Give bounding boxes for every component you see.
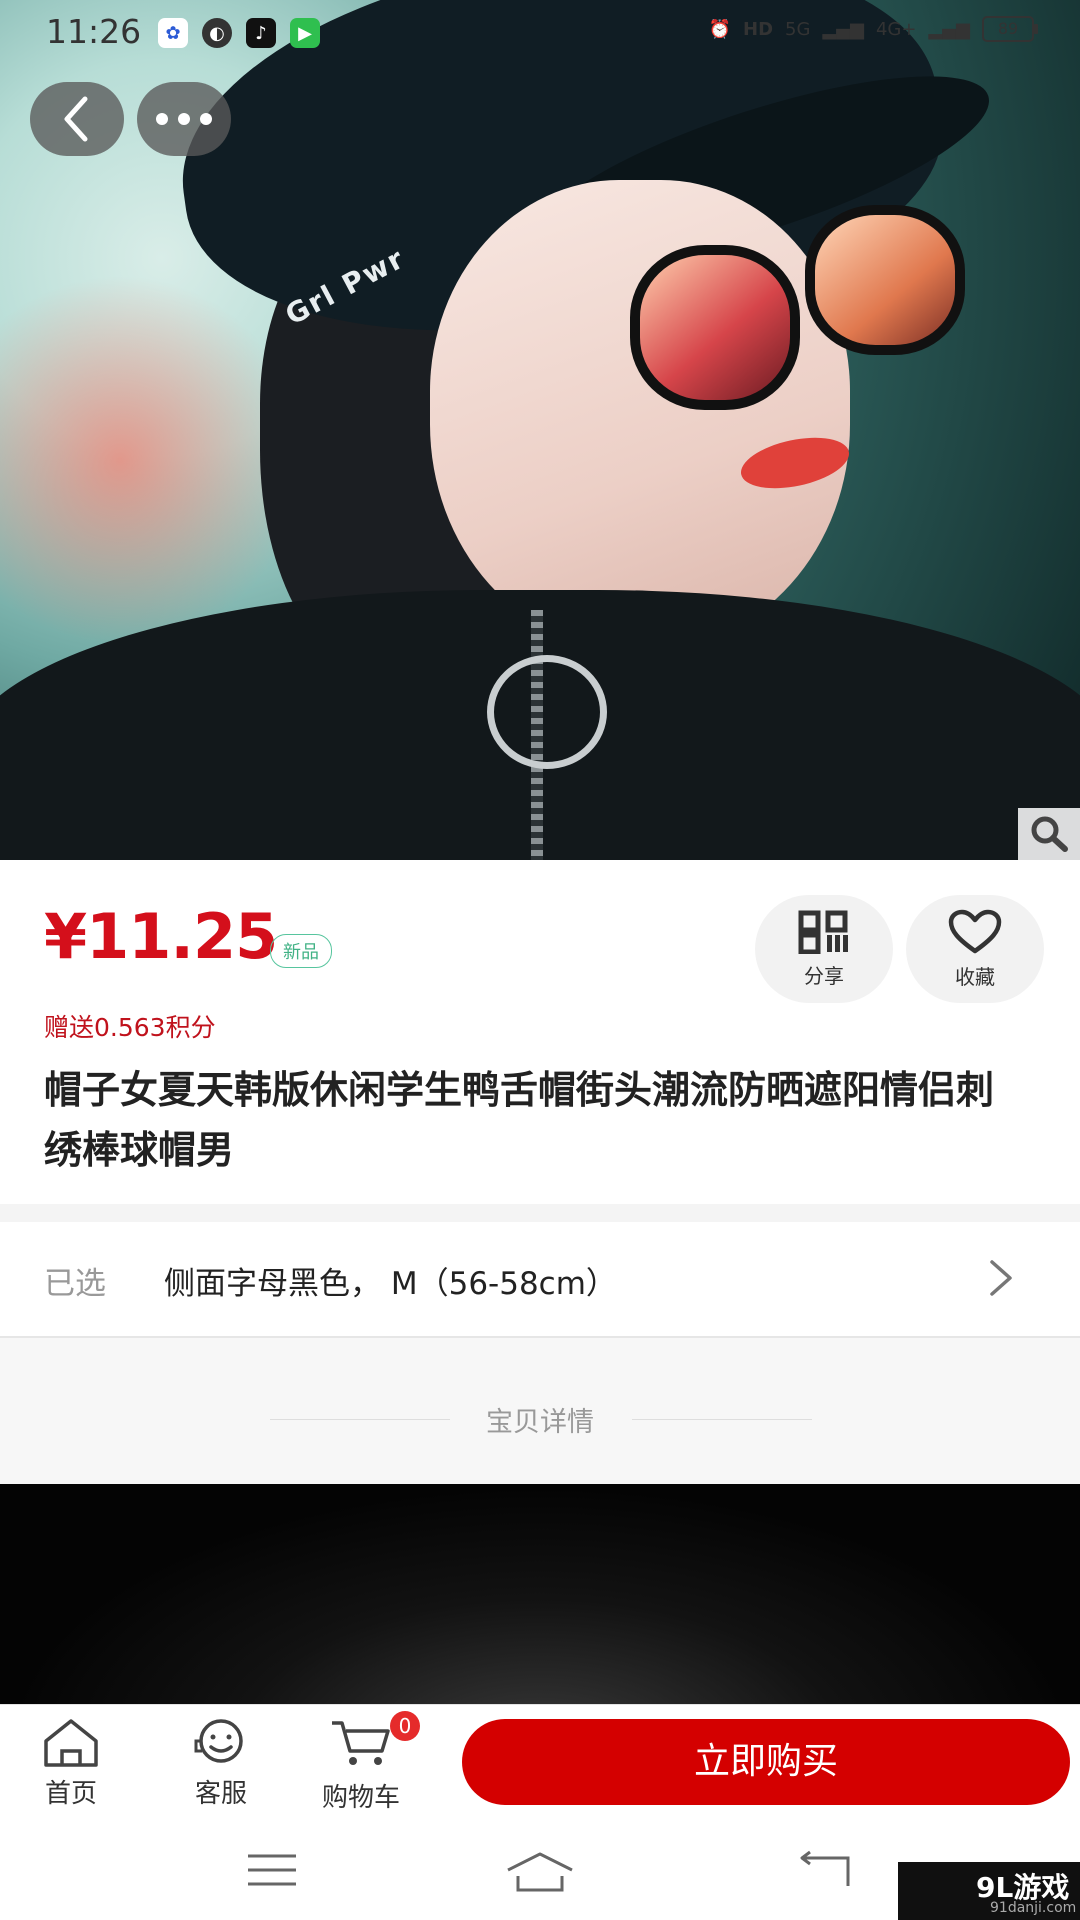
home-label: 首页 (44, 1779, 97, 1809)
video-icon: ▶ (290, 18, 320, 48)
share-button[interactable]: 分享 (755, 895, 893, 1003)
hd-indicator: HD (743, 18, 774, 40)
home-nav-icon[interactable] (504, 1850, 576, 1894)
customer-service-tab[interactable]: 客服 (190, 1717, 252, 1810)
price: ¥11.25 (44, 900, 278, 973)
buy-now-button[interactable]: 立即购买 (462, 1719, 1070, 1805)
share-label: 分享 (804, 963, 844, 988)
status-app-icons: ✿ ◐ ♪ ▶ (158, 18, 320, 48)
face (430, 180, 850, 650)
favorite-button[interactable]: 收藏 (906, 895, 1044, 1003)
home-tab[interactable]: 首页 (40, 1717, 102, 1810)
status-bar: 11:26 ✿ ◐ ♪ ▶ ⏰ HD 5G ▂▄▆ 4G+ ▂▄▆ 89 (0, 0, 1080, 66)
section-divider (0, 1204, 1080, 1222)
cart-label: 购物车 (322, 1783, 401, 1813)
4g-indicator: 4G+ (875, 18, 917, 40)
selected-value: 侧面字母黑色， M（56-58cm） (164, 1266, 617, 1302)
bottom-action-bar: 首页 客服 0 购物车 立即购买 (0, 1704, 1080, 1817)
alarm-icon: ⏰ (708, 18, 732, 40)
divider-line-right (632, 1419, 812, 1420)
product-title: 帽子女夏天韩版休闲学生鸭舌帽街头潮流防晒遮阳情侣刺绣棒球帽男 (44, 1068, 995, 1172)
more-button[interactable] (137, 82, 231, 156)
details-section-title: 宝贝详情 (486, 1407, 594, 1438)
new-badge: 新品 (270, 934, 332, 968)
customer-service-icon (194, 1719, 243, 1763)
selected-label: 已选 (44, 1266, 106, 1302)
5g-indicator: 5G (785, 18, 811, 40)
battery-indicator: 89 (982, 16, 1038, 42)
search-icon (1031, 816, 1068, 852)
home-icon (44, 1719, 98, 1767)
signal-icon: ▂▄▆ (822, 18, 864, 40)
back-nav-icon[interactable] (796, 1850, 852, 1890)
tiktok-icon: ♪ (246, 18, 276, 48)
points-text: 赠送0.563积分 (44, 1013, 216, 1042)
shopping-cart-icon (332, 1721, 390, 1765)
qr-code-icon (798, 910, 848, 954)
cart-count-badge: 0 (390, 1711, 420, 1741)
heart-icon (948, 909, 1002, 953)
status-time: 11:26 (46, 12, 142, 51)
sunglass-left (630, 245, 800, 410)
menu-icon[interactable] (246, 1850, 298, 1890)
chevron-right-icon (990, 1260, 1012, 1296)
signal-icon-2: ▂▄▆ (928, 18, 970, 40)
zoom-button[interactable] (1018, 808, 1080, 860)
detail-image (0, 1484, 1080, 1704)
compass-icon: ◐ (202, 18, 232, 48)
divider-line-left (270, 1419, 450, 1420)
favorite-label: 收藏 (955, 964, 995, 989)
cart-tab[interactable]: 0 购物车 (322, 1711, 420, 1814)
site-watermark: 9L游戏 91danji.com (898, 1862, 1080, 1920)
more-dots-icon (156, 113, 212, 125)
status-indicators: ⏰ HD 5G ▂▄▆ 4G+ ▂▄▆ 89 (708, 16, 1038, 42)
sunglass-right (805, 205, 965, 355)
spec-selector[interactable]: 已选 侧面字母黑色， M（56-58cm） (0, 1222, 1080, 1338)
chevron-left-icon (64, 96, 88, 142)
customer-service-label: 客服 (194, 1779, 247, 1809)
watermark-url: 91danji.com (990, 1900, 1077, 1916)
paw-icon: ✿ (158, 18, 188, 48)
zipper-ring (487, 655, 607, 769)
back-button[interactable] (30, 82, 124, 156)
